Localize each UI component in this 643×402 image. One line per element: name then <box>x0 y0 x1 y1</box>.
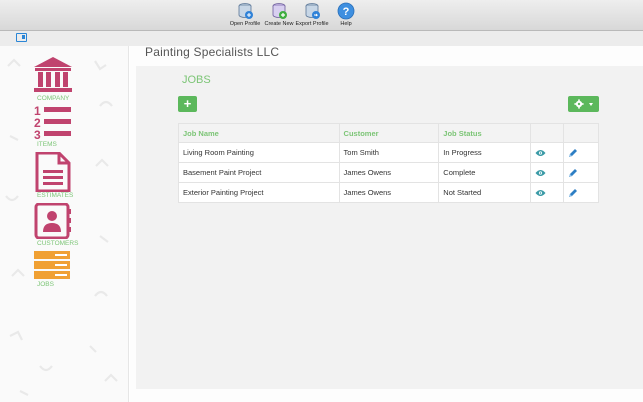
eye-icon[interactable] <box>535 189 546 197</box>
numbered-list-icon: 1 2 3 <box>34 104 71 142</box>
column-header-view <box>530 123 565 143</box>
sidebar-item-customers[interactable]: CUSTOMERS <box>33 203 83 251</box>
gear-icon <box>574 99 584 109</box>
customer-cell: James Owens <box>338 182 440 203</box>
sidebar-item-company[interactable]: COMPANY <box>33 56 83 104</box>
create-new-label: Create New <box>264 21 294 27</box>
chevron-down-icon <box>589 103 593 106</box>
sidebar-toggle-icon[interactable] <box>16 33 27 42</box>
open-profile-button[interactable]: Open Profile <box>224 2 266 27</box>
open-profile-label: Open Profile <box>229 21 261 27</box>
view-cell <box>530 142 565 163</box>
open-profile-icon <box>238 3 253 19</box>
status-cell: Not Started <box>438 182 532 203</box>
toolbar: Open Profile Create New Export Profile ?… <box>0 0 643 31</box>
sidebar: COMPANY 1 2 3 ITEMS ESTIMATES CUSTOMERS … <box>0 46 129 402</box>
pencil-icon[interactable] <box>568 188 578 198</box>
edit-cell <box>563 182 599 203</box>
svg-text:?: ? <box>343 6 350 18</box>
eye-icon[interactable] <box>535 149 546 157</box>
sidebar-item-label: CUSTOMERS <box>37 240 79 247</box>
company-title: Painting Specialists LLC <box>145 45 280 59</box>
add-job-button[interactable]: + <box>178 96 197 112</box>
document-icon <box>35 152 71 192</box>
column-header-edit <box>563 123 599 143</box>
help-label: Help <box>340 21 352 27</box>
export-profile-button[interactable]: Export Profile <box>294 2 330 27</box>
sidebar-item-items[interactable]: 1 2 3 ITEMS <box>33 104 83 152</box>
page-title: JOBS <box>182 74 211 86</box>
sidebar-item-estimates[interactable]: ESTIMATES <box>33 152 83 200</box>
pencil-icon[interactable] <box>568 168 578 178</box>
jobs-table: Job Name Customer Job Status Living Room… <box>178 123 599 203</box>
edit-cell <box>563 162 599 183</box>
eye-icon[interactable] <box>535 169 546 177</box>
help-button[interactable]: ? Help <box>333 2 359 27</box>
column-header-customer[interactable]: Customer <box>338 123 440 143</box>
table-row: Basement Paint Project James Owens Compl… <box>178 162 599 183</box>
contacts-book-icon <box>34 203 71 239</box>
sidebar-item-label: ITEMS <box>37 141 57 148</box>
settings-dropdown-button[interactable] <box>568 96 599 112</box>
sidebar-item-label: ESTIMATES <box>37 192 74 199</box>
customer-cell: Tom Smith <box>338 142 440 163</box>
table-row: Living Room Painting Tom Smith In Progre… <box>178 142 599 163</box>
pencil-icon[interactable] <box>568 148 578 158</box>
table-row: Exterior Painting Project James Owens No… <box>178 182 599 203</box>
bank-icon <box>34 57 72 92</box>
sidebar-item-label: JOBS <box>37 281 54 288</box>
create-new-button[interactable]: Create New <box>264 2 294 27</box>
status-cell: Complete <box>438 162 532 183</box>
content-panel <box>136 66 643 389</box>
job-name-cell: Basement Paint Project <box>178 162 340 183</box>
edit-cell <box>563 142 599 163</box>
stacked-bars-icon <box>34 251 70 279</box>
create-new-icon <box>272 3 287 19</box>
view-cell <box>530 182 565 203</box>
column-header-job-name[interactable]: Job Name <box>178 123 340 143</box>
export-profile-icon <box>305 3 320 19</box>
export-profile-label: Export Profile <box>295 21 329 27</box>
column-header-job-status[interactable]: Job Status <box>438 123 532 143</box>
status-cell: In Progress <box>438 142 532 163</box>
svg-text:3: 3 <box>34 128 41 142</box>
customer-cell: James Owens <box>338 162 440 183</box>
sidebar-item-label: COMPANY <box>37 95 70 102</box>
table-header-row: Job Name Customer Job Status <box>178 123 599 143</box>
job-name-cell: Living Room Painting <box>178 142 340 163</box>
secondary-toolbar <box>0 31 643 46</box>
job-name-cell: Exterior Painting Project <box>178 182 340 203</box>
view-cell <box>530 162 565 183</box>
sidebar-item-jobs[interactable]: JOBS <box>33 250 83 292</box>
help-icon: ? <box>337 2 355 20</box>
